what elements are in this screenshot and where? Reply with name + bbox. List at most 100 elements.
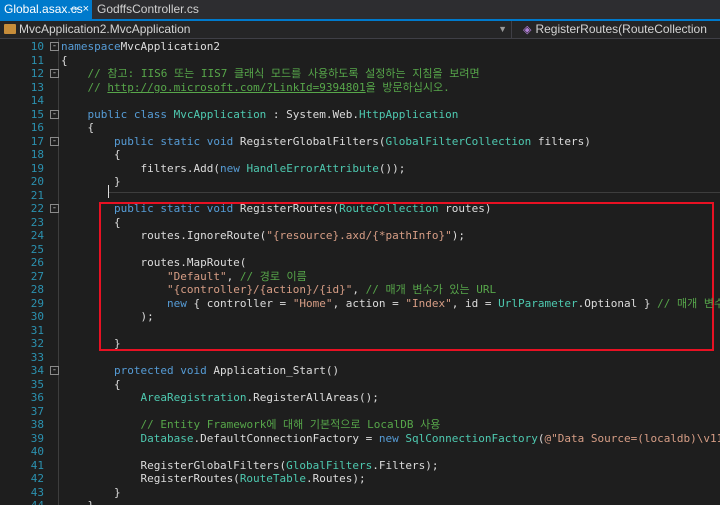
collapse-icon[interactable]: - <box>50 42 59 51</box>
line-number: 29 <box>30 296 44 310</box>
code-token: } <box>61 485 121 499</box>
code-token: } <box>61 175 121 188</box>
code-line[interactable]: 33 <box>0 351 720 364</box>
code-line[interactable]: 10- namespaceMvcApplication2 <box>0 40 720 53</box>
code-text: protected void Application_Start() <box>61 364 339 377</box>
code-line[interactable]: 22- public static void RegisterRoutes(Ro… <box>0 202 720 215</box>
code-line[interactable]: 20 } <box>0 175 720 188</box>
code-line[interactable]: 17- public static void RegisterGlobalFil… <box>0 135 720 148</box>
code-token: // 매개 변수가 있는 URL <box>365 283 497 296</box>
code-token: 을 방문하십시오. <box>365 80 450 94</box>
collapse-icon[interactable]: - <box>50 136 59 146</box>
tab-godffs-controller-cs[interactable]: GodffsController.cs <box>93 0 205 19</box>
code-text: public static void RegisterGlobalFilters… <box>61 135 591 148</box>
code-token: HandleErrorAttribute <box>246 161 379 175</box>
code-token: , action = <box>332 296 406 310</box>
code-line[interactable]: 34- protected void Application_Start() <box>0 364 720 377</box>
code-token: new <box>378 431 406 445</box>
code-line[interactable]: 14 <box>0 94 720 107</box>
tab-global-asax-cs[interactable]: Global.asax.cs ⊸ × <box>0 0 92 19</box>
line-number: 22 <box>30 202 44 215</box>
member-dropdown[interactable]: ◈RegisterRoutes(RouteCollection routes) <box>519 21 720 54</box>
code-token: // 매개 변수 기본값 <box>657 296 720 310</box>
code-line[interactable]: 36 AreaRegistration.RegisterAllAreas(); <box>0 391 720 404</box>
code-text: ); <box>61 310 153 323</box>
code-line[interactable]: 28 "{controller}/{action}/{id}", // 매개 변… <box>0 283 720 296</box>
code-line[interactable]: 32 } <box>0 337 720 350</box>
line-number: 34 <box>30 364 44 377</box>
code-token: @"Data Source=(localdb)\v11.0; Integrate… <box>544 431 720 445</box>
code-text: } <box>61 499 94 505</box>
code-line[interactable]: 16 { <box>0 121 720 134</box>
code-line[interactable]: 43 } <box>0 486 720 499</box>
code-line[interactable]: 35 { <box>0 378 720 391</box>
code-token: { <box>61 121 95 134</box>
line-number: 42 <box>30 472 44 485</box>
code-line[interactable]: 11 { <box>0 54 720 67</box>
code-line[interactable]: 13 // http://go.microsoft.com/?LinkId=93… <box>0 81 720 94</box>
code-line[interactable]: 41 RegisterGlobalFilters(GlobalFilters.F… <box>0 459 720 472</box>
collapse-icon[interactable]: - <box>50 69 59 78</box>
code-line[interactable]: 21 <box>0 189 720 202</box>
code-token: , <box>226 269 240 283</box>
code-line[interactable]: 39 Database.DefaultConnectionFactory = n… <box>0 432 720 445</box>
code-line[interactable]: 25 <box>0 243 720 256</box>
code-line[interactable]: 12- // 참고: IIS6 또는 IIS7 클래식 모드를 사용하도록 설정… <box>0 67 720 80</box>
line-number: 20 <box>30 175 44 188</box>
collapse-icon[interactable]: - <box>50 109 59 119</box>
code-line[interactable]: 29 new { controller = "Home", action = "… <box>0 297 720 310</box>
code-line[interactable]: 19 filters.Add(new HandleErrorAttribute(… <box>0 162 720 175</box>
class-dropdown[interactable]: MvcApplication2.MvcApplication ▼ <box>0 21 512 38</box>
code-token: filters) <box>531 134 591 148</box>
code-line[interactable]: 15- public class MvcApplication : System… <box>0 108 720 121</box>
line-number: 27 <box>30 269 44 283</box>
code-token: // 경로 이름 <box>239 269 307 283</box>
code-line[interactable]: 24 routes.IgnoreRoute("{resource}.axd/{*… <box>0 229 720 242</box>
code-token: routes.IgnoreRoute( <box>61 229 267 242</box>
line-number: 19 <box>30 161 44 175</box>
code-token: protected void <box>113 364 214 377</box>
pin-icon[interactable]: ⊸ <box>70 0 78 19</box>
code-line[interactable]: 26 routes.MapRoute( <box>0 256 720 269</box>
code-token: RouteTable <box>239 472 307 485</box>
line-number: 28 <box>30 283 44 296</box>
code-text: public static void RegisterRoutes(RouteC… <box>61 202 492 215</box>
code-line[interactable]: 44 } <box>0 499 720 505</box>
code-text: RegisterGlobalFilters(GlobalFilters.Filt… <box>61 459 438 472</box>
code-line[interactable]: 38 // Entity Framework에 대해 기본적으로 LocalDB… <box>0 418 720 431</box>
code-line[interactable]: 42 RegisterRoutes(RouteTable.Routes); <box>0 472 720 485</box>
line-number: 39 <box>30 431 44 445</box>
code-text: Database.DefaultConnectionFactory = new … <box>61 432 720 445</box>
collapse-icon[interactable]: - <box>50 366 59 375</box>
code-token: "{resource}.axd/{*pathInfo}" <box>266 229 452 242</box>
code-token: { controller = <box>193 296 293 310</box>
line-number: 38 <box>30 418 44 431</box>
code-line[interactable]: 40 <box>0 445 720 458</box>
code-line[interactable]: 30 ); <box>0 310 720 323</box>
code-line[interactable]: 27 "Default", // 경로 이름 <box>0 270 720 283</box>
line-number: 36 <box>30 391 44 404</box>
code-editor[interactable]: 10- namespaceMvcApplication2 11{12- // 참고:… <box>0 39 720 505</box>
code-text: } <box>61 337 121 350</box>
close-icon[interactable]: × <box>83 0 89 19</box>
code-line[interactable]: 18 { <box>0 148 720 161</box>
collapse-icon[interactable]: - <box>50 204 59 213</box>
code-line[interactable]: 37 <box>0 405 720 418</box>
code-token: routes) <box>438 202 492 215</box>
code-token: { <box>61 377 121 391</box>
code-line[interactable]: 31 <box>0 324 720 337</box>
code-line[interactable]: 23 { <box>0 216 720 229</box>
line-number: 35 <box>30 377 44 391</box>
code-text: routes.IgnoreRoute("{resource}.axd/{*pat… <box>61 229 465 242</box>
code-token: public static void <box>113 202 240 215</box>
code-token: new <box>166 296 194 310</box>
code-token: , id = <box>451 296 499 310</box>
line-number: 40 <box>30 445 44 458</box>
line-number: 17 <box>30 134 44 148</box>
line-number: 26 <box>30 256 44 269</box>
